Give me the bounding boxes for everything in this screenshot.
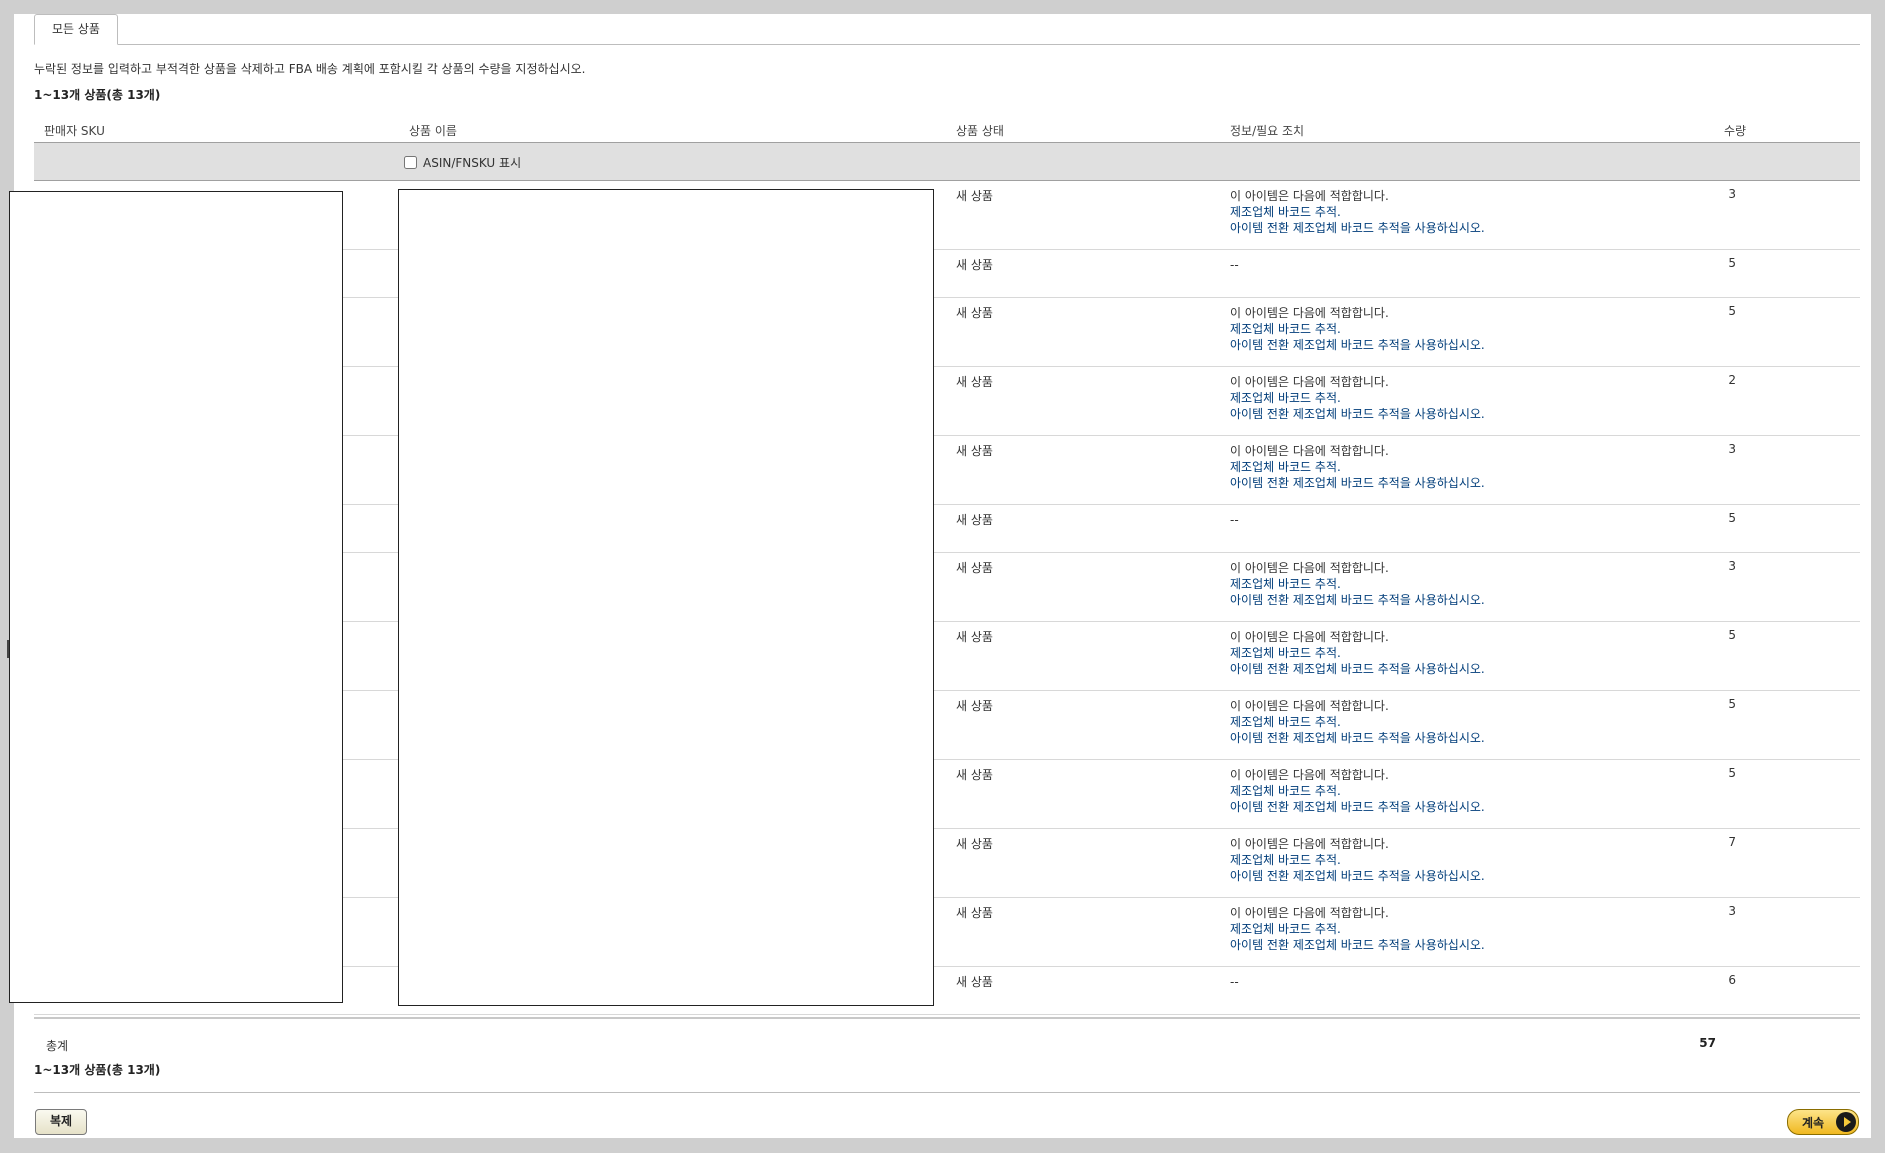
show-asin-fnsku-toggle[interactable]: ASIN/FNSKU 표시 [404,154,521,171]
info-line: 이 아이템은 다음에 적합합니다. [1230,306,1389,320]
column-header-quantity: 수량 [1724,124,1747,138]
duplicate-button[interactable]: 복제 [35,1109,87,1135]
info-detail-link[interactable]: 아이템 전환 제조업체 바코드 추적을 사용하십시오. [1230,407,1485,421]
info-link[interactable]: 제조업체 바코드 추적. [1230,646,1341,660]
info-cell: 이 아이템은 다음에 적합합니다. 제조업체 바코드 추적. 아이템 전환 제조업체… [1230,905,1485,953]
redacted-sku-block [9,191,343,1003]
condition-cell: 새 상품 [956,906,993,920]
info-line: -- [1230,513,1239,527]
info-cell: 이 아이템은 다음에 적합합니다. 제조업체 바코드 추적. 아이템 전환 제조업체… [1230,560,1485,608]
info-link[interactable]: 제조업체 바코드 추적. [1230,922,1341,936]
quantity-cell[interactable]: 5 [1702,303,1736,319]
info-link[interactable]: 제조업체 바코드 추적. [1230,391,1341,405]
table-header: 판매자 SKU 상품 이름 상품 상태 정보/필요 조치 수량 [34,114,1860,142]
tab-all-products[interactable]: 모든 상품 [34,14,118,45]
footer-separator [34,1092,1860,1093]
quantity-cell[interactable]: 2 [1702,372,1736,388]
info-line: 이 아이템은 다음에 적합합니다. [1230,375,1389,389]
quantity-cell[interactable]: 5 [1702,765,1736,781]
info-detail-link[interactable]: 아이템 전환 제조업체 바코드 추적을 사용하십시오. [1230,338,1485,352]
info-line: 이 아이템은 다음에 적합합니다. [1230,699,1389,713]
redacted-name-block [398,189,934,1006]
condition-cell: 새 상품 [956,189,993,203]
show-asin-fnsku-checkbox[interactable] [404,156,417,169]
condition-cell: 새 상품 [956,375,993,389]
condition-cell: 새 상품 [956,444,993,458]
quantity-cell[interactable]: 3 [1702,903,1736,919]
info-cell: 이 아이템은 다음에 적합합니다. 제조업체 바코드 추적. 아이템 전환 제조업체… [1230,188,1485,236]
filter-row: ASIN/FNSKU 표시 [34,142,1860,181]
info-link[interactable]: 제조업체 바코드 추적. [1230,853,1341,867]
condition-cell: 새 상품 [956,561,993,575]
condition-cell: 새 상품 [956,837,993,851]
info-detail-link[interactable]: 아이템 전환 제조업체 바코드 추적을 사용하십시오. [1230,869,1485,883]
condition-cell: 새 상품 [956,699,993,713]
info-link[interactable]: 제조업체 바코드 추적. [1230,715,1341,729]
info-line: -- [1230,258,1239,272]
quantity-cell[interactable]: 6 [1702,972,1736,988]
quantity-cell[interactable]: 5 [1702,627,1736,643]
total-separator [34,1017,1860,1019]
condition-cell: 새 상품 [956,975,993,989]
quantity-cell[interactable]: 3 [1702,186,1736,202]
info-line: -- [1230,975,1239,989]
column-header-info: 정보/필요 조치 [1230,124,1305,138]
condition-cell: 새 상품 [956,630,993,644]
info-cell: 이 아이템은 다음에 적합합니다. 제조업체 바코드 추적. 아이템 전환 제조업체… [1230,698,1485,746]
continue-button[interactable]: 계속 [1787,1109,1859,1135]
info-detail-link[interactable]: 아이템 전환 제조업체 바코드 추적을 사용하십시오. [1230,938,1485,952]
info-line: 이 아이템은 다음에 적합합니다. [1230,837,1389,851]
info-line: 이 아이템은 다음에 적합합니다. [1230,768,1389,782]
info-cell: 이 아이템은 다음에 적합합니다. 제조업체 바코드 추적. 아이템 전환 제조업체… [1230,443,1485,491]
info-link[interactable]: 제조업체 바코드 추적. [1230,784,1341,798]
info-cell: 이 아이템은 다음에 적합합니다. 제조업체 바코드 추적. 아이템 전환 제조업체… [1230,767,1485,815]
info-cell: -- [1230,512,1239,544]
info-link[interactable]: 제조업체 바코드 추적. [1230,577,1341,591]
quantity-cell[interactable]: 3 [1702,558,1736,574]
info-cell: 이 아이템은 다음에 적합합니다. 제조업체 바코드 추적. 아이템 전환 제조업체… [1230,374,1485,422]
condition-cell: 새 상품 [956,258,993,272]
info-detail-link[interactable]: 아이템 전환 제조업체 바코드 추적을 사용하십시오. [1230,731,1485,745]
info-detail-link[interactable]: 아이템 전환 제조업체 바코드 추적을 사용하십시오. [1230,800,1485,814]
info-detail-link[interactable]: 아이템 전환 제조업체 바코드 추적을 사용하십시오. [1230,476,1485,490]
show-asin-fnsku-label: ASIN/FNSKU 표시 [423,156,522,170]
info-line: 이 아이템은 다음에 적합합니다. [1230,630,1389,644]
arrow-right-icon [1836,1112,1856,1132]
info-detail-link[interactable]: 아이템 전환 제조업체 바코드 추적을 사용하십시오. [1230,662,1485,676]
info-cell: -- [1230,974,1239,1006]
info-detail-link[interactable]: 아이템 전환 제조업체 바코드 추적을 사용하십시오. [1230,593,1485,607]
info-line: 이 아이템은 다음에 적합합니다. [1230,189,1389,203]
info-cell: 이 아이템은 다음에 적합합니다. 제조업체 바코드 추적. 아이템 전환 제조업체… [1230,629,1485,677]
tab-bar: 모든 상품 [34,14,1860,45]
item-count-top: 1~13개 상품(총 13개) [34,88,161,102]
continue-button-label: 계속 [1802,1115,1825,1130]
info-cell: 이 아이템은 다음에 적합합니다. 제조업체 바코드 추적. 아이템 전환 제조업체… [1230,836,1485,884]
info-cell: -- [1230,257,1239,289]
total-label: 총계 [46,1039,69,1053]
info-detail-link[interactable]: 아이템 전환 제조업체 바코드 추적을 사용하십시오. [1230,221,1485,235]
total-quantity: 57 [1699,1036,1716,1050]
info-line: 이 아이템은 다음에 적합합니다. [1230,561,1389,575]
column-header-name[interactable]: 상품 이름 [409,122,457,139]
column-header-sku[interactable]: 판매자 SKU [44,122,105,139]
quantity-cell[interactable]: 3 [1702,441,1736,457]
info-line: 이 아이템은 다음에 적합합니다. [1230,444,1389,458]
info-cell: 이 아이템은 다음에 적합합니다. 제조업체 바코드 추적. 아이템 전환 제조업체… [1230,305,1485,353]
condition-cell: 새 상품 [956,513,993,527]
quantity-cell[interactable]: 5 [1702,510,1736,526]
item-count-bottom: 1~13개 상품(총 13개) [34,1063,161,1077]
column-header-condition[interactable]: 상품 상태 [956,122,1004,139]
info-line: 이 아이템은 다음에 적합합니다. [1230,906,1389,920]
condition-cell: 새 상품 [956,768,993,782]
info-link[interactable]: 제조업체 바코드 추적. [1230,322,1341,336]
shipment-panel: 모든 상품 누락된 정보를 입력하고 부적격한 상품을 삭제하고 FBA 배송 … [9,14,1871,1138]
condition-cell: 새 상품 [956,306,993,320]
info-link[interactable]: 제조업체 바코드 추적. [1230,205,1341,219]
info-link[interactable]: 제조업체 바코드 추적. [1230,460,1341,474]
instructions-text: 누락된 정보를 입력하고 부적격한 상품을 삭제하고 FBA 배송 계획에 포함… [34,62,586,76]
scroll-handle[interactable] [7,640,9,658]
quantity-cell[interactable]: 5 [1702,255,1736,271]
quantity-cell[interactable]: 7 [1702,834,1736,850]
quantity-cell[interactable]: 5 [1702,696,1736,712]
